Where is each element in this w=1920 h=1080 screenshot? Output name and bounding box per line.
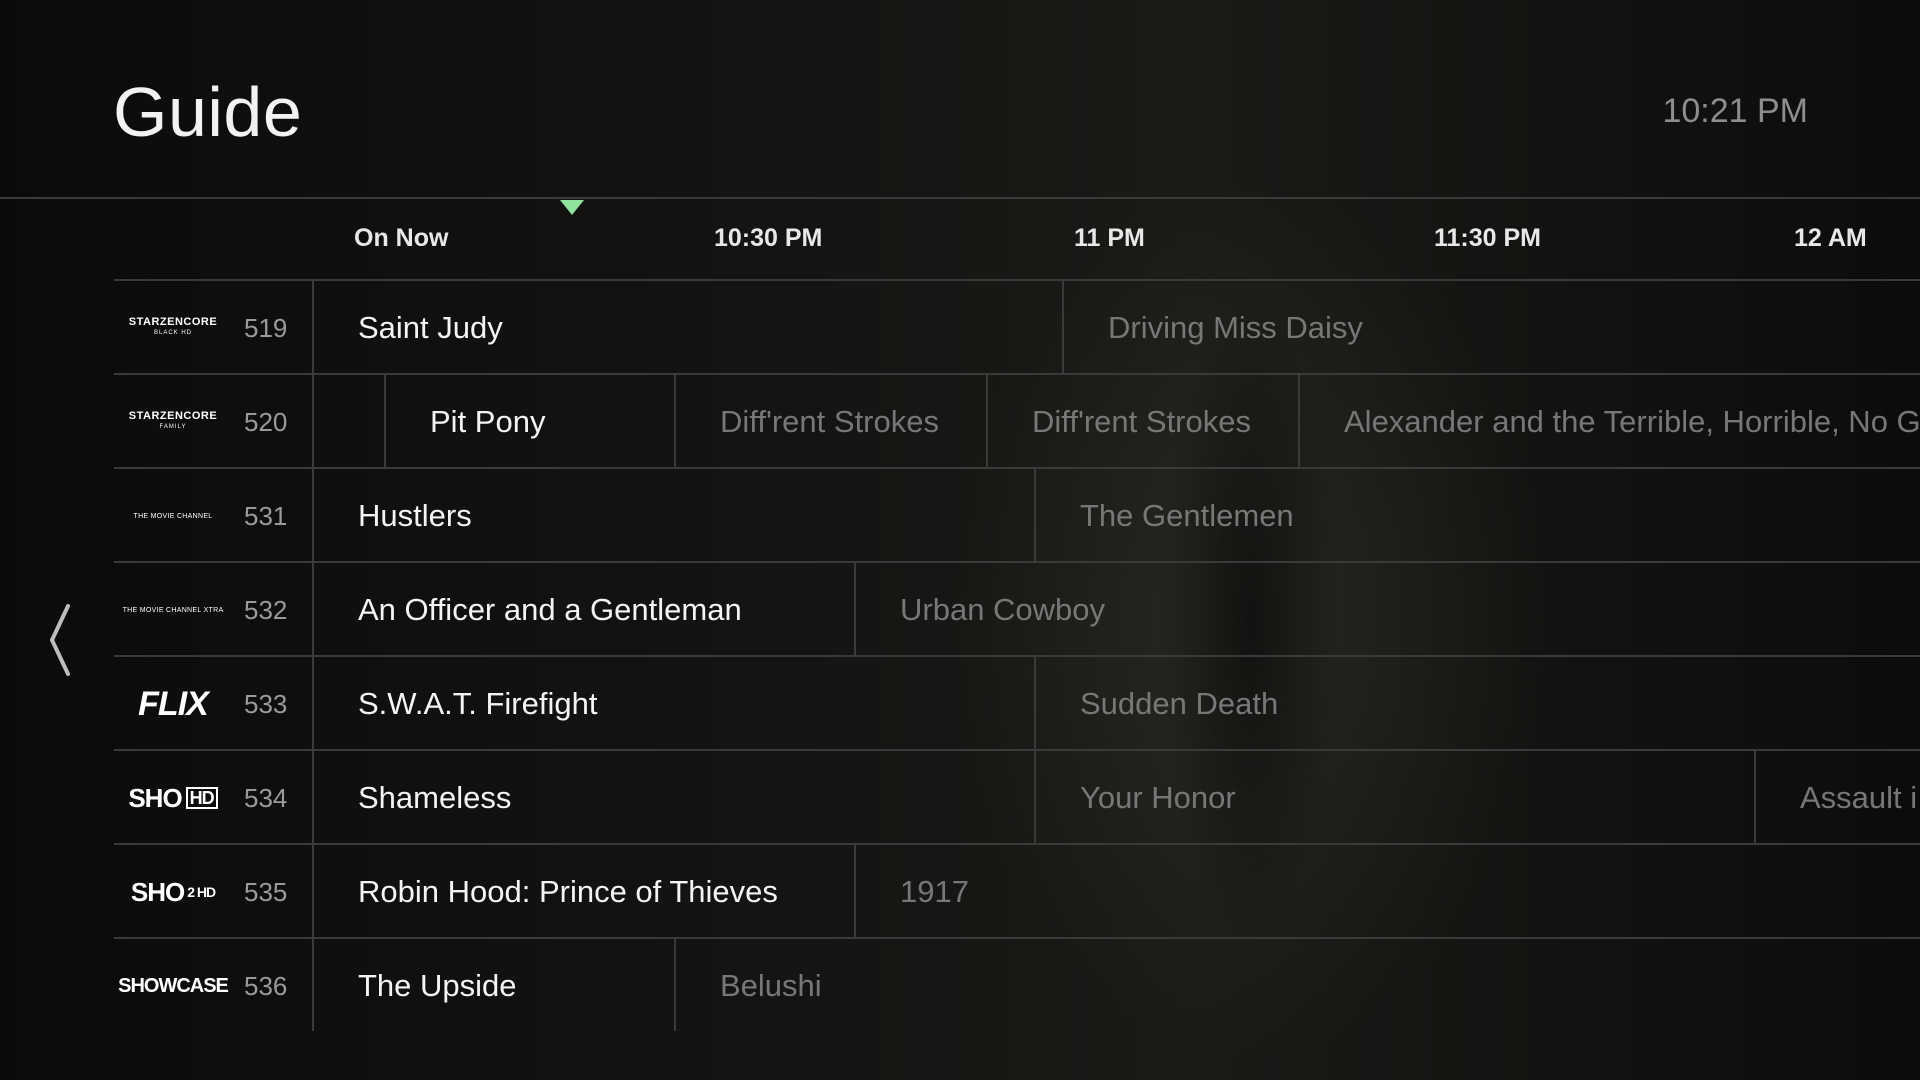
channel-row-535: SHO 2 HD 535 Robin Hood: Prince of Thieve… — [114, 843, 1920, 939]
program-cell[interactable]: Saint Judy — [314, 281, 1062, 375]
program-cell[interactable]: The Upside — [314, 939, 674, 1031]
program-cell[interactable]: 1917 — [854, 845, 1920, 939]
starz-encore-logo: STARZENCORE BLACK HD — [128, 316, 218, 337]
movie-channel-logo: THE MOVIE CHANNEL — [133, 512, 213, 520]
program-cell[interactable]: Hustlers — [314, 469, 1034, 563]
channel-number: 533 — [244, 689, 288, 719]
guide-grid: STARZENCORE BLACK HD 519 Saint Judy Drivi… — [114, 279, 1920, 1031]
channel-number: 534 — [244, 783, 288, 813]
channel-row-520: STARZENCORE FAMILY 520 Pit Pony Diff'rent… — [114, 373, 1920, 469]
channel-row-531: THE MOVIE CHANNEL 531 Hustlers The Gentl… — [114, 467, 1920, 563]
timeline-label-1130pm: 11:30 PM — [1434, 224, 1542, 252]
program-cell[interactable]: Urban Cowboy — [854, 563, 1920, 657]
program-cell[interactable]: An Officer and a Gentleman — [314, 563, 854, 657]
channel-number: 532 — [244, 595, 288, 625]
showtime-hd-logo: SHO HD — [128, 751, 218, 845]
program-cell[interactable]: Belushi — [674, 939, 1920, 1031]
channel-row-534: SHO HD 534 Shameless Your Honor Assault i — [114, 749, 1920, 845]
starz-encore-logo: STARZENCORE FAMILY — [128, 410, 218, 431]
channel-number: 535 — [244, 877, 288, 907]
channel-row-533: FLIX 533 S.W.A.T. Firefight Sudden Death — [114, 655, 1920, 751]
cell-divider — [384, 375, 386, 469]
channel-number: 520 — [244, 407, 288, 437]
channel-row-532: THE MOVIE CHANNEL XTRA 532 An Officer an… — [114, 561, 1920, 657]
channel-cell[interactable]: STARZENCORE BLACK HD 519 — [114, 281, 314, 375]
program-cell[interactable]: Your Honor — [1034, 751, 1754, 845]
current-time-marker-icon — [560, 200, 584, 215]
program-cell[interactable]: Robin Hood: Prince of Thieves — [314, 845, 854, 939]
channel-cell[interactable]: THE MOVIE CHANNEL XTRA 532 — [114, 563, 314, 657]
program-cell[interactable]: S.W.A.T. Firefight — [314, 657, 1034, 751]
timeline-label-on-now: On Now — [354, 224, 449, 252]
program-cell[interactable]: The Gentlemen — [1034, 469, 1920, 563]
program-cell[interactable]: Driving Miss Daisy — [1062, 281, 1920, 375]
timeline-label-12am: 12 AM — [1794, 224, 1867, 252]
program-cell[interactable]: Assault i — [1754, 751, 1920, 845]
program-cell[interactable]: Alexander and the Terrible, Horrible, No… — [1298, 375, 1920, 469]
program-cell[interactable]: Diff'rent Strokes — [986, 375, 1298, 469]
channel-cell[interactable]: THE MOVIE CHANNEL 531 — [114, 469, 314, 563]
channel-cell[interactable]: STARZENCORE FAMILY 520 — [114, 375, 314, 469]
channel-number: 531 — [244, 501, 288, 531]
channel-cell[interactable]: FLIX 533 — [114, 657, 314, 751]
channel-number: 536 — [244, 971, 288, 1001]
program-cell[interactable]: Sudden Death — [1034, 657, 1920, 751]
program-cell[interactable]: Pit Pony — [386, 375, 674, 469]
back-chevron-icon[interactable] — [40, 600, 80, 680]
channel-row-536: SHOWCASE 536 The Upside Belushi — [114, 937, 1920, 1031]
page-title: Guide — [113, 73, 303, 151]
header-divider — [0, 197, 1920, 199]
channel-cell[interactable]: SHOWCASE 536 — [114, 939, 314, 1031]
channel-cell[interactable]: SHO HD 534 — [114, 751, 314, 845]
timeline-label-11pm: 11 PM — [1074, 224, 1145, 252]
program-cell[interactable]: Diff'rent Strokes — [674, 375, 986, 469]
channel-cell[interactable]: SHO 2 HD 535 — [114, 845, 314, 939]
showcase-logo: SHOWCASE — [118, 974, 229, 997]
program-cell[interactable]: Shameless — [314, 751, 1034, 845]
channel-number: 519 — [244, 313, 288, 343]
flix-logo: FLIX — [138, 684, 209, 723]
timeline-label-1030pm: 10:30 PM — [714, 224, 823, 252]
channel-row-519: STARZENCORE BLACK HD 519 Saint Judy Drivi… — [114, 279, 1920, 375]
showtime-2-logo: SHO 2 HD — [130, 876, 216, 907]
movie-channel-xtra-logo: THE MOVIE CHANNEL XTRA — [122, 606, 224, 614]
clock: 10:21 PM — [1662, 92, 1808, 130]
